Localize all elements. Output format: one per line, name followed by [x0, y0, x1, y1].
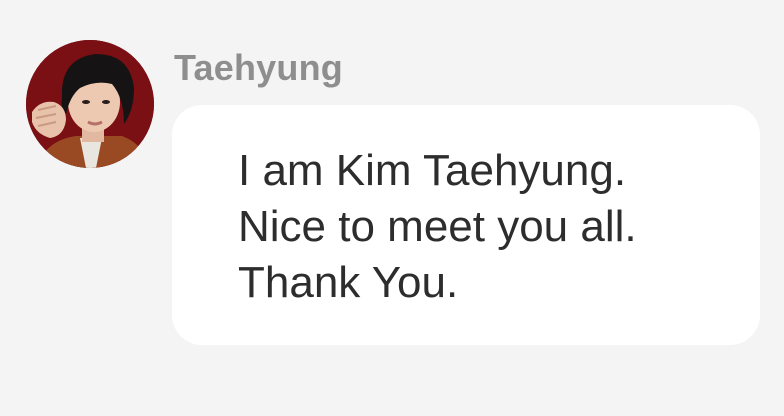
- message-line: I am Kim Taehyung.: [238, 146, 627, 195]
- message-line: Thank You.: [238, 258, 459, 307]
- sender-name: Taehyung: [174, 47, 343, 88]
- message-line: Nice to meet you all.: [238, 202, 637, 251]
- message-row: Taehyung I am Kim Taehyung. Nice to meet…: [0, 0, 784, 416]
- chat-screen: Taehyung I am Kim Taehyung. Nice to meet…: [0, 0, 784, 416]
- message-bubble[interactable]: I am Kim Taehyung. Nice to meet you all.…: [172, 105, 760, 345]
- avatar[interactable]: [26, 40, 154, 168]
- profile-photo-icon: [26, 40, 154, 168]
